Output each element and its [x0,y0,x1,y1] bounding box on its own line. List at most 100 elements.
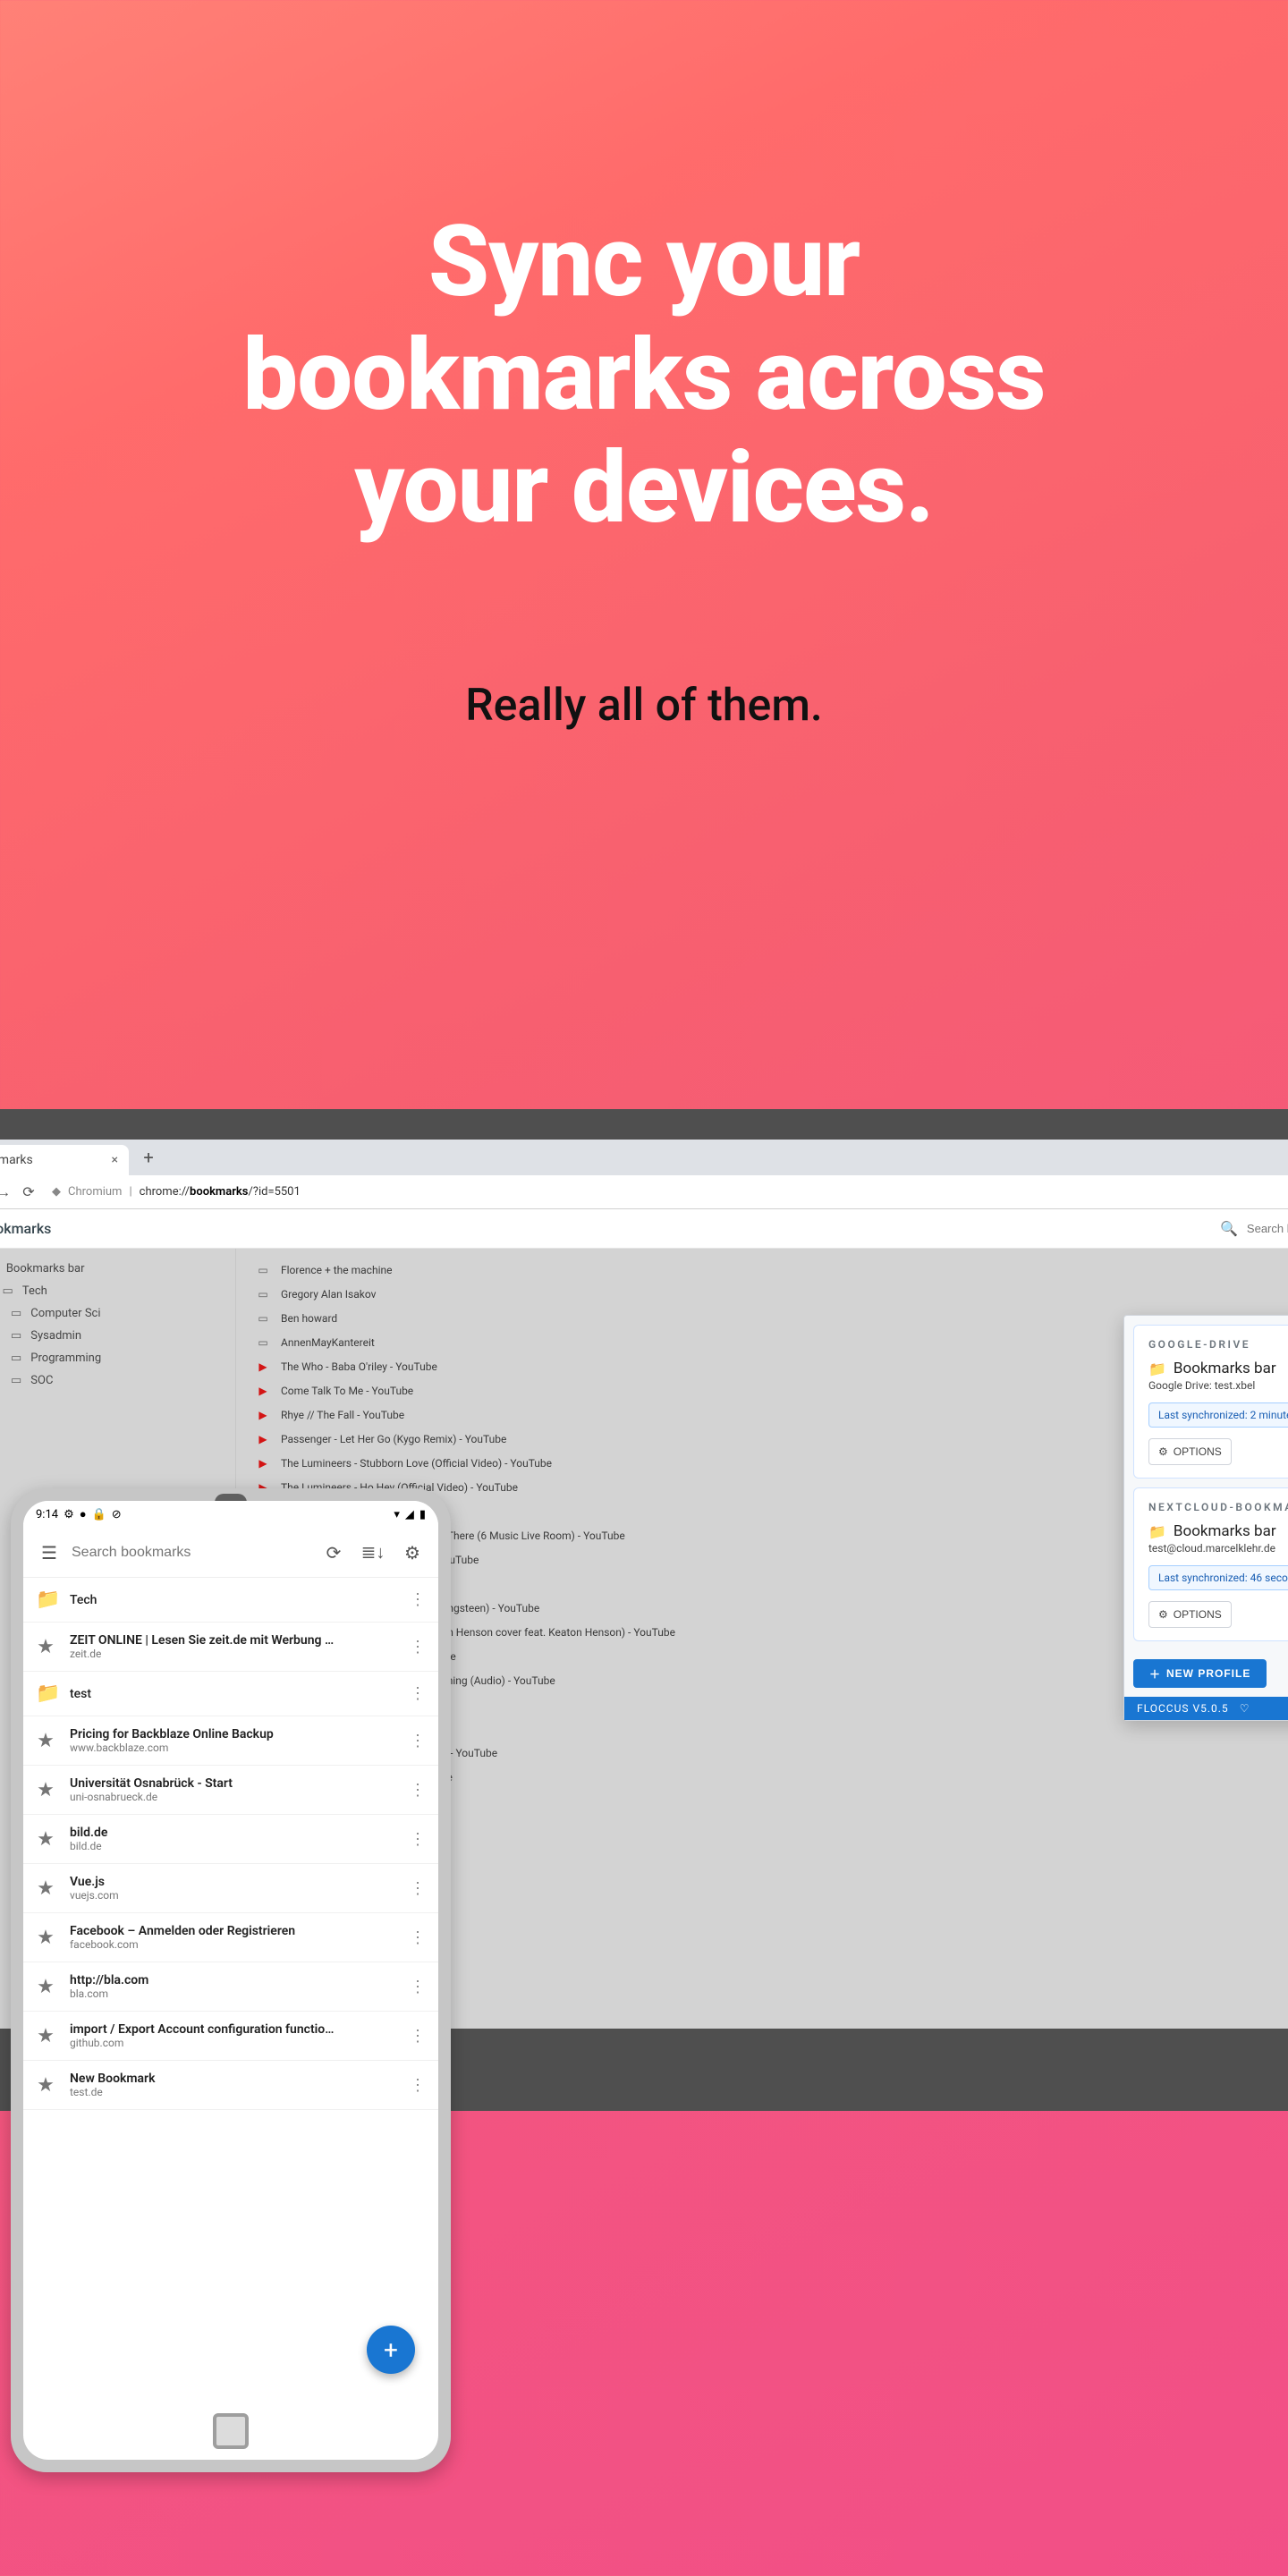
bookmark-title: Rhye // The Fall - YouTube [281,1409,404,1421]
browser-tab[interactable]: Bookmarks × [0,1145,129,1175]
bookmark-title: Passenger - Let Her Go (Kygo Remix) - Yo… [281,1433,506,1445]
search-input[interactable] [1247,1222,1288,1235]
new-profile-label: NEW PROFILE [1166,1667,1250,1680]
home-button[interactable] [213,2413,249,2449]
account-target: test@cloud.marcelklehr.de [1148,1542,1288,1555]
bookmark-item[interactable]: ▭Florence + the machine⋮ [236,1258,1288,1282]
url-host: bookmarks [190,1185,248,1199]
folder-icon: 📁 [36,1682,55,1705]
url-text: chrome://bookmarks/?id=5501 [140,1185,301,1199]
item-subtitle: facebook.com [70,1938,395,1951]
item-title: test [70,1687,395,1701]
bookmark-item[interactable]: ▭Gregory Alan Isakov⋮ [236,1282,1288,1306]
sidebar-folder[interactable]: ▭SOC [0,1369,235,1392]
phone-folder-item[interactable]: 📁Tech⋮ [23,1578,438,1623]
item-menu-icon[interactable]: ⋮ [410,1781,426,1800]
item-title: Facebook – Anmelden oder Registrieren [70,1924,395,1938]
account-folder[interactable]: 📁Bookmarks bar [1148,1360,1288,1377]
item-menu-icon[interactable]: ⋮ [410,1638,426,1657]
item-title: bild.de [70,1826,395,1840]
last-sync: Last synchronized: 46 seconds ago [1148,1565,1288,1590]
tab-close-icon[interactable]: × [112,1153,118,1167]
options-button[interactable]: ⚙OPTIONS [1148,1438,1232,1465]
menu-icon[interactable]: ☰ [32,1542,66,1563]
url-scheme: chrome:// [140,1185,190,1199]
phone-bookmark-item[interactable]: ★http://bla.combla.com⋮ [23,1962,438,2012]
url-path: /?id=5501 [248,1185,300,1199]
wifi-icon: ▾ [394,1508,400,1521]
gear-icon: ⚙ [64,1508,74,1521]
status-time: 9:14 [36,1508,58,1521]
item-menu-icon[interactable]: ⋮ [410,1684,426,1703]
folder-label: SOC [30,1374,53,1387]
bookmark-title: Florence + the machine [281,1264,392,1276]
sidebar-folder[interactable]: ▾▭Tech [0,1280,235,1302]
star-icon: ★ [36,1779,55,1801]
account-folder[interactable]: 📁Bookmarks bar [1148,1522,1288,1540]
floccus-popup: GOOGLE-DRIVE✓All good📁Bookmarks barGoogl… [1123,1315,1288,1721]
item-menu-icon[interactable]: ⋮ [410,1830,426,1849]
heart-icon[interactable]: ♡ [1240,1702,1250,1715]
sidebar-folder[interactable]: ▭Computer Sci [0,1302,235,1325]
youtube-icon: ▶ [256,1360,270,1373]
item-menu-icon[interactable]: ⋮ [410,1879,426,1898]
plus-icon: ＋ [1149,1666,1161,1682]
options-button[interactable]: ⚙OPTIONS [1148,1601,1232,1628]
phone-list[interactable]: 📁Tech⋮★ZEIT ONLINE | Lesen Sie zeit.de m… [23,1578,438,2402]
phone-bookmark-item[interactable]: ★import / Export Account configuration f… [23,2012,438,2061]
bookmarks-search[interactable]: 🔍 [1220,1220,1288,1237]
new-tab-button[interactable]: + [138,1147,159,1168]
hero-subtitle: Really all of them. [0,680,1288,732]
phone-bookmark-item[interactable]: ★Vue.jsvuejs.com⋮ [23,1864,438,1913]
folder-icon: 📁 [1148,1523,1166,1540]
sidebar-folder[interactable]: ▾▭Bookmarks bar [0,1258,235,1280]
phone-folder-item[interactable]: 📁 test ⋮ [23,1672,438,1716]
item-subtitle: bla.com [70,1987,395,2000]
sidebar-folder[interactable]: ▭Sysadmin [0,1325,235,1347]
phone-bookmark-item[interactable]: ★bild.debild.de⋮ [23,1815,438,1864]
battery-icon: ▮ [419,1508,426,1521]
status-bar: 9:14 ⚙ ● 🔒 ⊘ ▾ ◢ ▮ [23,1501,438,1528]
search-icon: 🔍 [1220,1220,1238,1237]
popup-footer: FLOCCUS V5.0.5 ♡ [1124,1697,1288,1720]
star-icon: ★ [36,1877,55,1900]
sync-icon[interactable]: ⟳ [317,1542,351,1563]
item-menu-icon[interactable]: ⋮ [410,1928,426,1947]
phone-bookmark-item[interactable]: ★Universität Osnabrück - Startuni-osnabr… [23,1766,438,1815]
item-menu-icon[interactable]: ⋮ [410,1978,426,1996]
reload-icon[interactable]: ⟳ [21,1183,36,1200]
phone-bookmark-item[interactable]: ★New Bookmarktest.de⋮ [23,2061,438,2110]
forward-icon[interactable]: → [0,1183,11,1201]
folder-icon: 📁 [1148,1360,1166,1377]
url-sep: | [129,1185,131,1199]
phone-bookmark-item[interactable]: ★Pricing for Backblaze Online Backupwww.… [23,1716,438,1766]
phone-bookmark-item[interactable]: ★ZEIT ONLINE | Lesen Sie zeit.de mit Wer… [23,1623,438,1672]
item-menu-icon[interactable]: ⋮ [410,1732,426,1750]
item-menu-icon[interactable]: ⋮ [410,2027,426,2046]
folder-icon: ▭ [256,1312,270,1325]
phone-search-input[interactable] [72,1545,311,1561]
site-info-icon[interactable]: ◆ [52,1185,61,1199]
youtube-icon: ▶ [256,1433,270,1445]
sidebar-folder[interactable]: ▭Programming [0,1347,235,1369]
address-bar[interactable]: ◆ Chromium | chrome://bookmarks/?id=5501 [52,1185,1288,1199]
hero-title-line: Sync your [0,206,1288,319]
signal-icon: ◢ [405,1508,414,1521]
app-toolbar: ☰ ⟳ ≣↓ ⚙ [23,1528,438,1578]
star-icon: ★ [36,1730,55,1752]
item-title: Universität Osnabrück - Start [70,1776,395,1791]
phone-bookmark-item[interactable]: ★Facebook – Anmelden oder Registrierenfa… [23,1913,438,1962]
tab-title: Bookmarks [0,1153,33,1167]
fab-add-button[interactable]: + [367,2326,415,2374]
item-title: import / Export Account configuration fu… [70,2022,395,2037]
youtube-icon: ▶ [256,1457,270,1470]
item-menu-icon[interactable]: ⋮ [410,2076,426,2095]
sort-icon[interactable]: ≣↓ [356,1541,390,1563]
folder-label: Computer Sci [30,1307,100,1320]
folder-icon: ▭ [3,1284,13,1298]
settings-icon[interactable]: ⚙ [395,1542,429,1563]
item-subtitle: github.com [70,2037,395,2049]
star-icon: ★ [36,1976,55,1998]
item-menu-icon[interactable]: ⋮ [410,1590,426,1609]
new-profile-button[interactable]: ＋ NEW PROFILE [1133,1659,1267,1688]
